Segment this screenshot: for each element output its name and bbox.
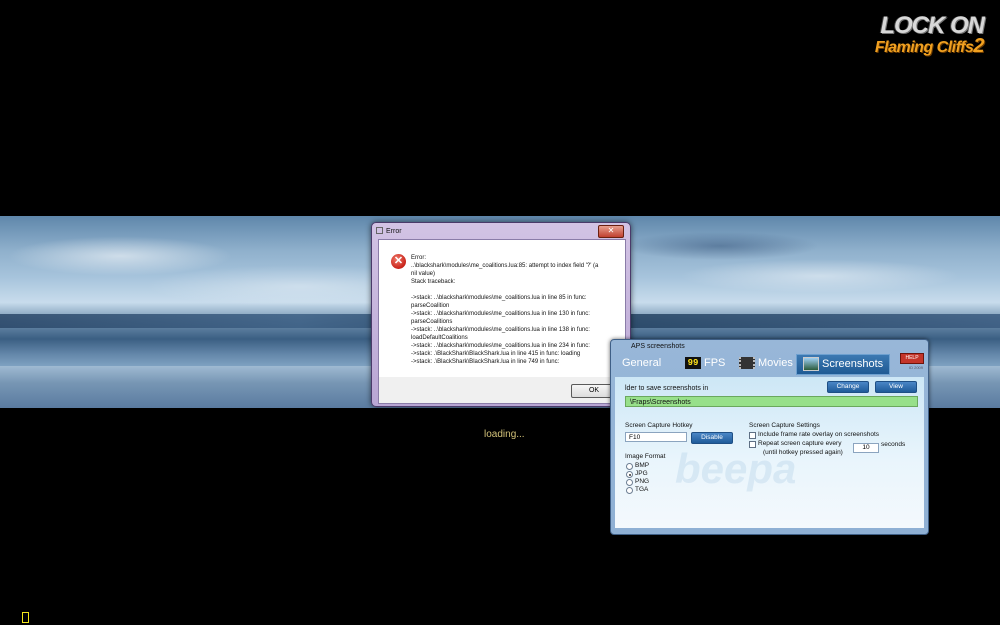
error-line: loadDefaultCoalitions: [411, 335, 468, 341]
radio-tga-label: TGA: [635, 486, 649, 493]
radio-jpg-label: JPG: [635, 470, 648, 477]
error-icon: ✕: [391, 254, 406, 269]
hotkey-input[interactable]: F10: [625, 432, 687, 442]
change-folder-button[interactable]: Change: [827, 381, 869, 393]
repeat-option-label: Repeat screen capture every: [758, 440, 842, 447]
disable-hotkey-button[interactable]: Disable: [691, 432, 733, 444]
radio-png-label: PNG: [635, 478, 650, 485]
logo-subtitle-number: 2: [973, 35, 984, 57]
error-line: ->stack: ..\blackshark\modules\me_coalit…: [411, 327, 590, 333]
tab-general-label: General: [622, 357, 662, 369]
error-dialog: Error ✕ ✕ Error: ..\blackshark\modules\me…: [371, 222, 631, 407]
tab-movies[interactable]: Movies: [739, 354, 795, 373]
radio-jpg[interactable]: [626, 471, 633, 478]
hotkey-label: Screen Capture Hotkey: [625, 422, 693, 429]
fraps-window-title: APS screenshots: [631, 343, 685, 350]
repeat-capture-checkbox[interactable]: [749, 441, 756, 448]
overlay-checkbox[interactable]: [749, 432, 756, 439]
error-dialog-title: Error: [386, 228, 402, 235]
error-line: [411, 286, 617, 294]
error-line: ->stack: .\BlackShark\BlackShark.lua in …: [411, 351, 581, 357]
logo-subtitle-text: Flaming Cliffs: [874, 39, 974, 56]
until-hotkey-label: (until hotkey pressed again): [763, 449, 843, 456]
game-logo: LOCK ON Flaming Cliffs2: [854, 12, 985, 57]
window-icon: [376, 227, 383, 234]
tab-general[interactable]: General: [619, 354, 679, 373]
error-line: Error:: [411, 255, 426, 261]
logo-subtitle: Flaming Cliffs2: [854, 35, 985, 57]
folder-path-field[interactable]: \Fraps\Screenshots: [625, 396, 918, 407]
loading-text: loading...: [484, 429, 525, 440]
radio-png[interactable]: [626, 479, 633, 486]
close-button[interactable]: ✕: [598, 225, 624, 238]
tab-fps-label: FPS: [704, 357, 726, 369]
tab-screenshots-label: Screenshots: [822, 358, 884, 370]
film-icon: [739, 357, 755, 370]
help-button[interactable]: HELP: [900, 353, 924, 364]
radio-bmp[interactable]: [626, 463, 633, 470]
error-line: parseCoalition: [411, 303, 450, 309]
repeat-seconds-input[interactable]: 10: [853, 443, 879, 453]
fraps-window: APS screenshots HELP ID 2009 General 99 F…: [610, 339, 929, 535]
tab-fps[interactable]: 99 FPS: [685, 354, 735, 373]
error-dialog-titlebar[interactable]: Error: [376, 227, 402, 235]
folder-label: lder to save screenshots in: [625, 385, 709, 392]
fps-icon: 99: [685, 357, 701, 370]
view-folder-button[interactable]: View: [875, 381, 917, 393]
error-line: nil value): [411, 271, 436, 277]
radio-bmp-label: BMP: [635, 462, 650, 469]
overlay-option-label: Include frame rate overlay on screenshot…: [758, 431, 880, 438]
picture-icon: [803, 357, 819, 372]
tab-movies-label: Movies: [758, 357, 793, 369]
image-format-label: Image Format: [625, 453, 666, 460]
screenshots-panel: beepa lder to save screenshots in Change…: [615, 377, 924, 528]
error-line: Stack traceback:: [411, 279, 456, 285]
error-line: ..\blackshark\modules\me_coalitions.lua:…: [411, 263, 599, 269]
error-line: ->stack: ..\blackshark\modules\me_coalit…: [411, 343, 590, 349]
error-message-area: ✕ Error: ..\blackshark\modules\me_coaliti…: [378, 239, 626, 378]
error-line: ->stack: ..\blackshark\modules\me_coalit…: [411, 311, 590, 317]
error-line: parseCoalitions: [411, 319, 453, 325]
fraps-version: ID 2009: [908, 365, 923, 370]
error-dialog-footer: OK: [378, 377, 626, 404]
capture-settings-label: Screen Capture Settings: [749, 422, 820, 429]
radio-tga[interactable]: [626, 487, 633, 494]
logo-title: LOCK ON: [880, 12, 985, 39]
seconds-label: seconds: [881, 441, 906, 448]
error-line: ->stack: .\BlackShark\BlackShark.lua in …: [411, 359, 560, 365]
error-line: ->stack: ..\blackshark\modules\me_coalit…: [411, 295, 587, 301]
text-cursor: [22, 612, 29, 623]
tab-screenshots[interactable]: Screenshots: [796, 354, 891, 375]
error-message-text: Error: ..\blackshark\modules\me_coalition…: [411, 254, 617, 366]
